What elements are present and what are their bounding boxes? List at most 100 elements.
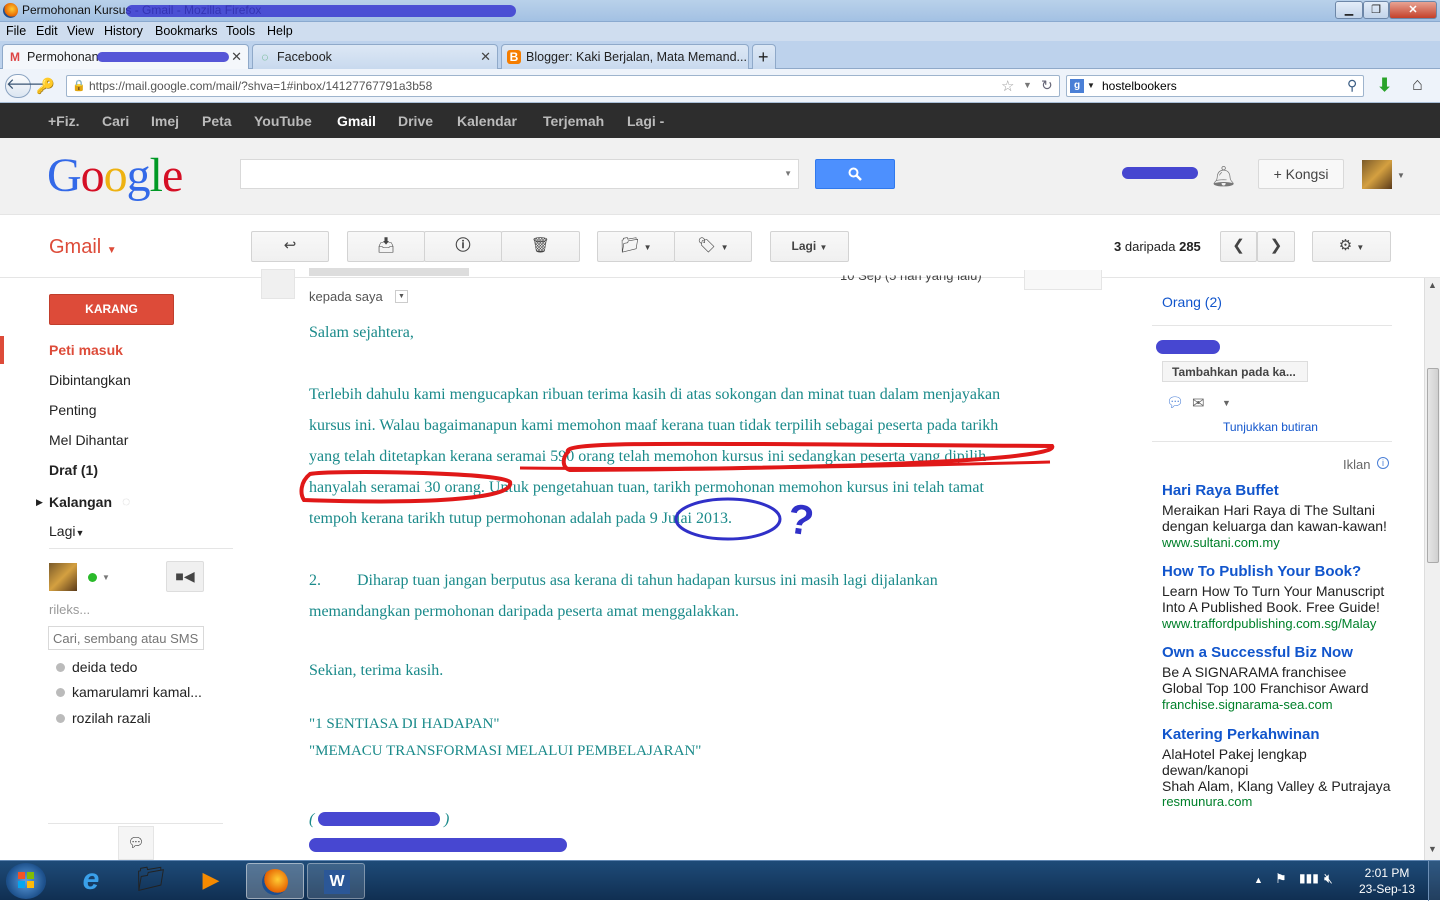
gbar-youtube[interactable]: YouTube xyxy=(254,113,312,129)
gbar-plus[interactable]: +Fiz. xyxy=(48,113,80,129)
chat-bubble-button[interactable]: 💬︎ xyxy=(118,826,154,860)
contact-item[interactable]: rozilah razali xyxy=(72,710,151,726)
delete-button[interactable]: 🗑︎ xyxy=(501,231,580,262)
ad-title[interactable]: How To Publish Your Book? xyxy=(1162,563,1361,580)
chat-search-input[interactable] xyxy=(48,626,204,650)
status-dropdown-icon[interactable]: ▼ xyxy=(102,573,110,582)
ad-title[interactable]: Own a Successful Biz Now xyxy=(1162,644,1353,661)
menu-help[interactable]: Help xyxy=(267,24,293,38)
menu-bookmarks[interactable]: Bookmarks xyxy=(155,24,218,38)
more-button[interactable]: Lagi ▼ xyxy=(770,231,849,262)
firefox-taskbar-icon[interactable] xyxy=(246,863,304,899)
move-to-button[interactable]: 📁︎ ▼ xyxy=(597,231,675,262)
ad-title[interactable]: Hari Raya Buffet xyxy=(1162,482,1279,499)
engine-dropdown-icon[interactable]: ▼ xyxy=(1087,81,1095,90)
gmail-label[interactable]: Gmail ▼ xyxy=(49,236,117,259)
identity-key-icon[interactable]: 🔑 xyxy=(36,77,55,95)
search-dropdown-icon[interactable]: ▼ xyxy=(784,169,792,178)
avatar-dropdown-icon[interactable]: ▼ xyxy=(1397,171,1405,180)
video-call-button[interactable]: ■◀ xyxy=(166,561,204,592)
online-status-icon[interactable] xyxy=(88,573,97,582)
gbar-translate[interactable]: Terjemah xyxy=(543,113,604,129)
url-bar[interactable]: 🔒 https://mail.google.com/mail/?shva=1#i… xyxy=(66,75,1060,97)
nav-important[interactable]: Penting xyxy=(49,402,96,418)
compose-button[interactable]: KARANG xyxy=(49,294,174,325)
search-button[interactable] xyxy=(815,159,895,189)
nav-starred[interactable]: Dibintangkan xyxy=(49,372,131,388)
google-logo[interactable]: Google xyxy=(47,148,183,203)
home-icon[interactable]: ⌂ xyxy=(1412,74,1423,95)
google-search-engine-icon[interactable]: g xyxy=(1070,79,1084,93)
start-button[interactable] xyxy=(6,863,46,899)
close-tab-icon[interactable]: ✕ xyxy=(231,49,242,65)
nav-sent[interactable]: Mel Dihantar xyxy=(49,432,128,448)
chat-status-message[interactable]: rileks... xyxy=(49,602,90,617)
gbar-maps[interactable]: Peta xyxy=(202,113,232,129)
menu-tools[interactable]: Tools xyxy=(226,24,255,38)
people-link[interactable]: Orang (2) xyxy=(1162,294,1222,310)
tab-blogger[interactable]: B Blogger: Kaki Berjalan, Mata Memand... xyxy=(501,44,749,69)
chat-plus-icon[interactable]: 💬︎ xyxy=(1166,394,1184,411)
network-icon[interactable]: ▮▮▮ xyxy=(1299,871,1319,885)
contact-item[interactable]: kamarulamri kamal... xyxy=(72,684,202,700)
bookmark-star-icon[interactable]: ☆ xyxy=(1001,77,1014,95)
maximize-button[interactable]: ❐ xyxy=(1363,1,1389,19)
nav-circles[interactable]: Kalangan xyxy=(49,494,112,510)
newer-button[interactable]: ❮ xyxy=(1220,231,1257,262)
gbar-images[interactable]: Imej xyxy=(151,113,179,129)
action-center-flag-icon[interactable]: ⚑ xyxy=(1275,871,1287,887)
ie-taskbar-icon[interactable]: e xyxy=(62,863,120,899)
menu-file[interactable]: File xyxy=(6,24,26,38)
notifications-bell-icon[interactable]: 🔔︎ xyxy=(1211,164,1236,189)
chat-avatar[interactable] xyxy=(49,563,77,591)
download-icon[interactable]: ⬇ xyxy=(1377,75,1392,96)
volume-muted-icon[interactable]: 🔇︎ xyxy=(1324,870,1333,887)
menu-history[interactable]: History xyxy=(104,24,143,38)
minimize-button[interactable]: ▁ xyxy=(1335,1,1363,19)
page-scrollbar[interactable]: ▲ ▼ xyxy=(1424,278,1440,860)
ad-url[interactable]: franchise.signarama-sea.com xyxy=(1162,697,1333,712)
contact-item[interactable]: deida tedo xyxy=(72,659,137,675)
close-tab-icon[interactable]: ✕ xyxy=(480,49,491,65)
ad-title[interactable]: Katering Perkahwinan xyxy=(1162,726,1320,743)
ad-url[interactable]: www.sultani.com.my xyxy=(1162,535,1280,550)
report-spam-button[interactable]: ⓘ xyxy=(424,231,502,262)
nav-drafts[interactable]: Draf (1) xyxy=(49,462,98,478)
magnifier-icon[interactable]: ⚲ xyxy=(1347,77,1357,94)
settings-button[interactable]: ⚙ ▼ xyxy=(1312,231,1391,262)
back-to-inbox-button[interactable]: ↩ xyxy=(251,231,329,262)
scroll-down-arrow-icon[interactable]: ▼ xyxy=(1428,844,1437,854)
gbar-more[interactable]: Lagi - xyxy=(627,113,664,129)
ads-info-icon[interactable]: i xyxy=(1377,457,1389,469)
tray-show-hidden-icon[interactable]: ▲ xyxy=(1254,875,1263,885)
gbar-calendar[interactable]: Kalendar xyxy=(457,113,517,129)
reply-button[interactable] xyxy=(1024,270,1102,290)
gbar-search[interactable]: Cari xyxy=(102,113,129,129)
close-window-button[interactable]: ✕ xyxy=(1389,1,1437,19)
show-details-link[interactable]: Tunjukkan butiran xyxy=(1223,420,1318,434)
gmail-search-input[interactable]: ▼ xyxy=(240,159,799,189)
archive-button[interactable]: 📥︎ xyxy=(347,231,425,262)
expand-arrow-icon[interactable]: ▶ xyxy=(36,497,43,508)
contact-dropdown-icon[interactable]: ▼ xyxy=(1222,398,1231,408)
word-taskbar-icon[interactable]: W xyxy=(307,863,365,899)
recipient-details-icon[interactable]: ▼ xyxy=(395,290,408,303)
add-to-circles-button[interactable]: Tambahkan pada ka... xyxy=(1162,361,1308,382)
share-button[interactable]: + Kongsi xyxy=(1258,159,1344,189)
scrollbar-thumb[interactable] xyxy=(1427,368,1439,563)
gbar-drive[interactable]: Drive xyxy=(398,113,433,129)
explorer-taskbar-icon[interactable]: 📁︎ xyxy=(122,863,180,899)
avatar[interactable] xyxy=(1362,160,1392,189)
menu-edit[interactable]: Edit xyxy=(36,24,58,38)
gbar-gmail[interactable]: Gmail xyxy=(337,113,376,129)
menu-view[interactable]: View xyxy=(67,24,94,38)
web-search-box[interactable]: g ▼ hostelbookers ⚲ xyxy=(1066,75,1364,97)
show-desktop-button[interactable] xyxy=(1428,861,1440,901)
scroll-up-arrow-icon[interactable]: ▲ xyxy=(1428,280,1437,290)
new-tab-button[interactable]: + xyxy=(752,44,776,69)
tab-facebook[interactable]: ◌ Facebook ✕ xyxy=(252,44,498,69)
older-button[interactable]: ❯ xyxy=(1257,231,1295,262)
email-icon[interactable]: ✉ xyxy=(1192,394,1205,412)
clock[interactable]: 2:01 PM 23-Sep-13 xyxy=(1352,865,1422,897)
ad-url[interactable]: www.traffordpublishing.com.sg/Malay xyxy=(1162,616,1376,631)
